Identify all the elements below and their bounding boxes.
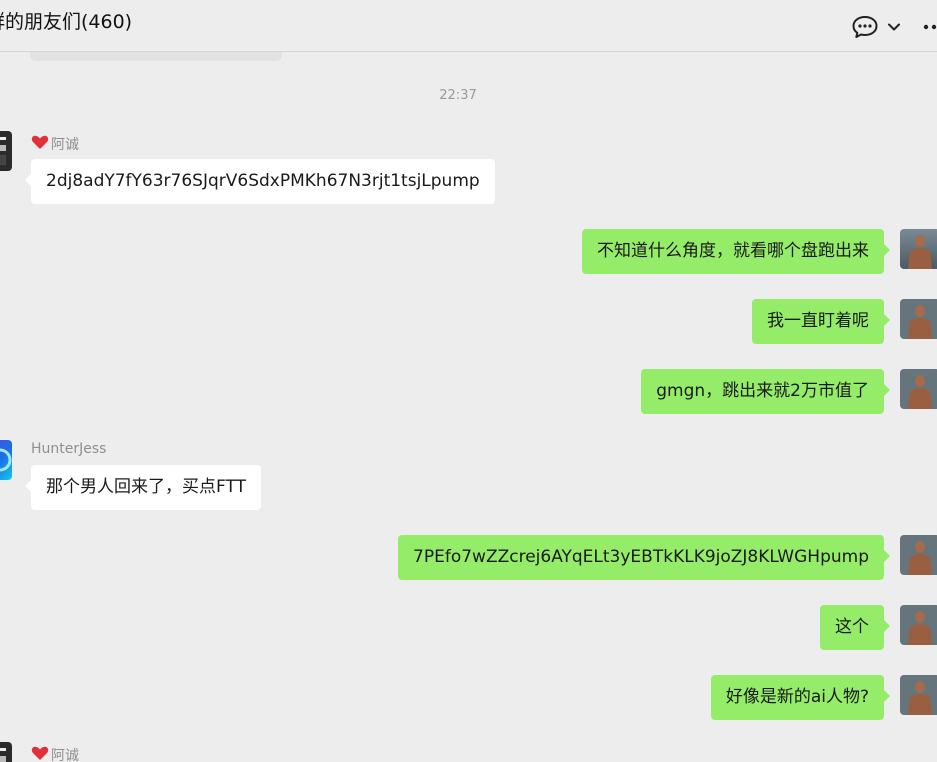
sender-name-text: 阿诚 xyxy=(51,748,79,762)
avatar-self[interactable] xyxy=(900,299,937,339)
sender-name: 阿诚 xyxy=(31,134,79,154)
chat-bubble-icon[interactable] xyxy=(851,14,879,40)
avatar-self[interactable] xyxy=(900,369,937,409)
message-bubble-outgoing[interactable]: 这个 xyxy=(820,605,890,650)
avatar-self[interactable] xyxy=(900,535,937,575)
message-bubble-outgoing[interactable]: 不知道什么角度，就看哪个盘跑出来 xyxy=(582,229,890,274)
avatar-achenng[interactable] xyxy=(0,131,12,171)
heart-icon xyxy=(31,134,49,154)
message-bubble-outgoing[interactable]: gmgn，跳出来就2万市值了 xyxy=(641,369,890,414)
message-bubble-incoming[interactable]: 那个男人回来了，买点FTT xyxy=(25,465,261,510)
heart-icon xyxy=(31,745,49,762)
avatar-self[interactable] xyxy=(900,605,937,645)
chat-header: 群的朋友们(460) xyxy=(0,0,937,52)
avatar-self[interactable] xyxy=(900,229,937,269)
previous-message-bubble xyxy=(30,52,282,61)
avatar-achenng[interactable] xyxy=(0,742,12,762)
chevron-down-icon[interactable] xyxy=(886,14,902,40)
message-bubble-outgoing[interactable]: 我一直盯着呢 xyxy=(752,299,890,344)
avatar-hunterjess[interactable] xyxy=(0,440,12,480)
message-bubble-outgoing[interactable]: 好像是新的ai人物? xyxy=(710,675,891,720)
group-title: 群的朋友们(460) xyxy=(0,11,133,33)
message-bubble-incoming[interactable]: 2dj8adY7fY63r76SJqrV6SdxPMKh67N3rjt1tsjL… xyxy=(25,159,495,204)
sender-name: 阿诚 xyxy=(31,745,79,762)
sender-name-text: 阿诚 xyxy=(51,137,79,153)
message-bubble-outgoing[interactable]: 7PEfo7wZZcrej6AYqELt3yEBTkKLK9joZJ8KLWGH… xyxy=(398,535,890,580)
sender-name-text: HunterJess xyxy=(31,441,107,457)
message-timestamp: 22:37 xyxy=(439,88,477,103)
chat-window: 群的朋友们(460) 22:37 阿诚 2dj8adY7fY63r76SJqrV… xyxy=(0,0,937,762)
avatar-self[interactable] xyxy=(900,675,937,715)
sender-name: HunterJess xyxy=(31,441,106,457)
more-icon[interactable] xyxy=(922,14,937,40)
